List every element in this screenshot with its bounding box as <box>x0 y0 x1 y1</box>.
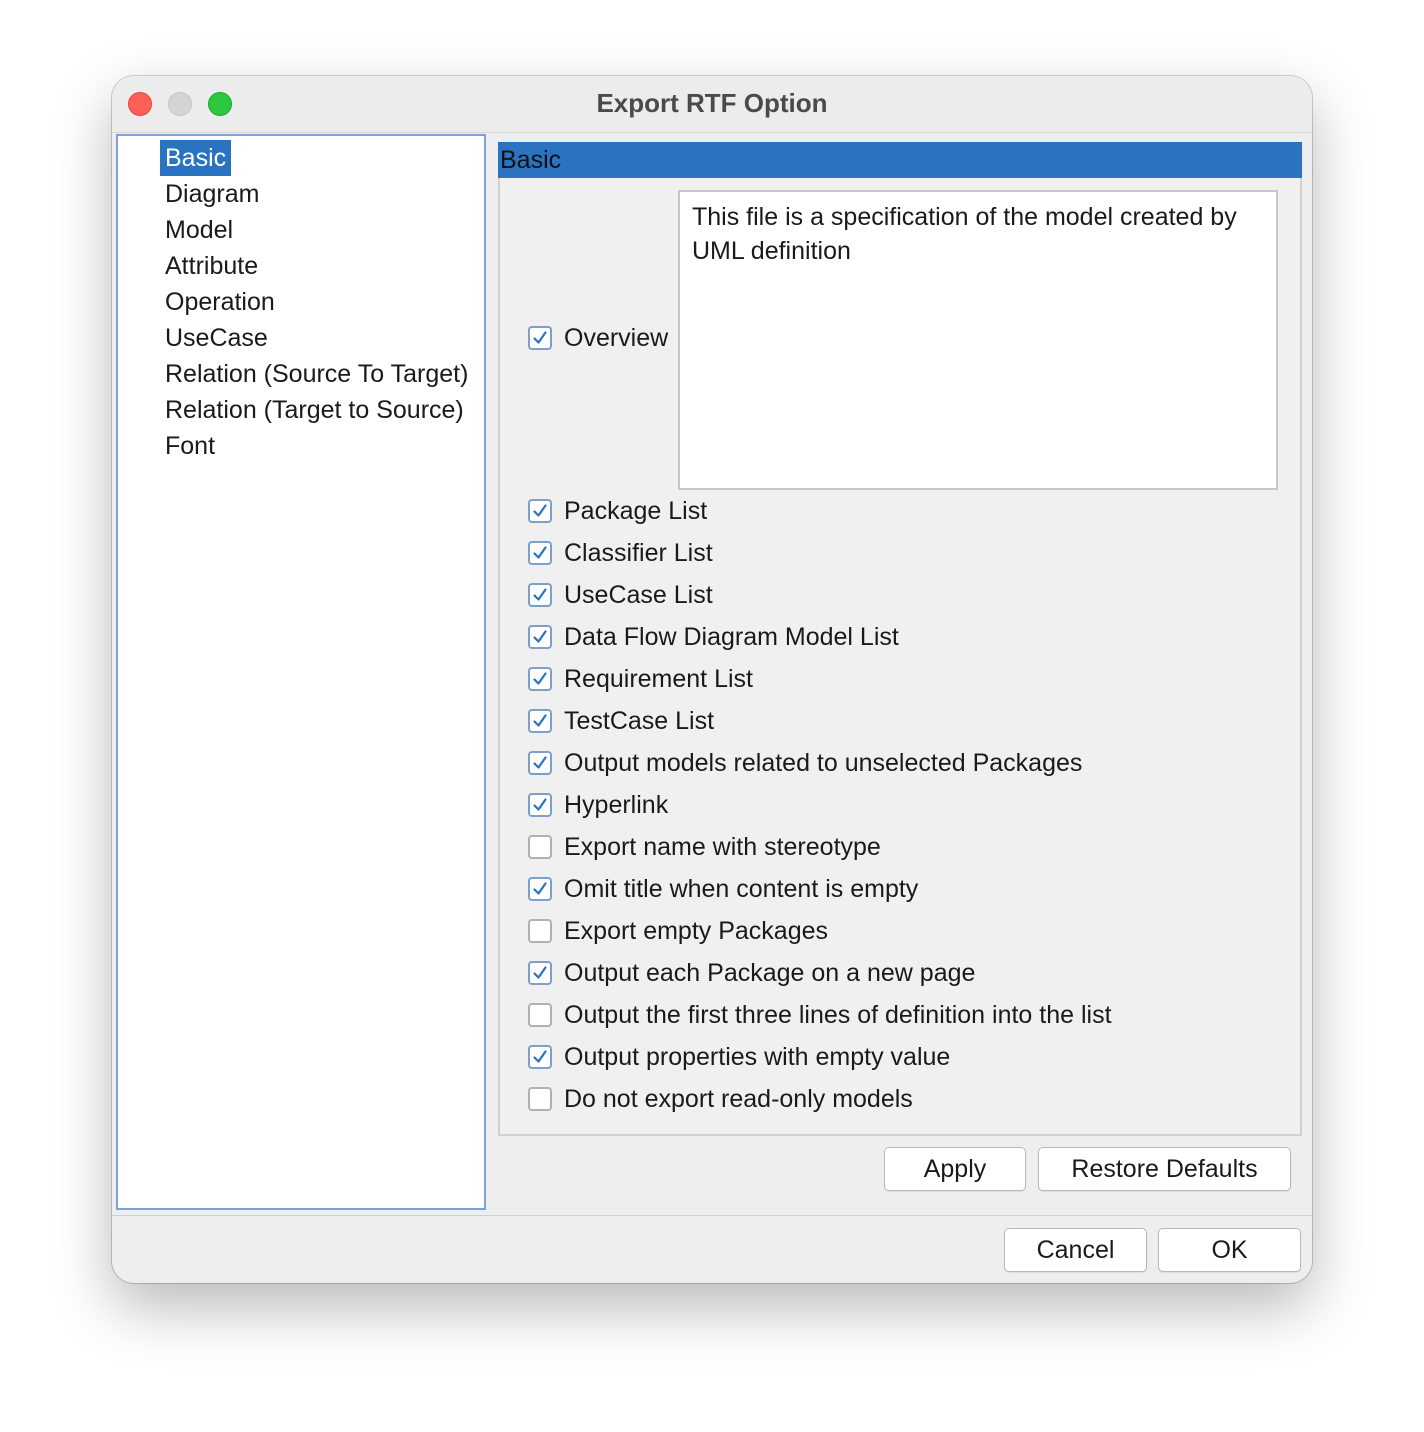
output-models-related-to-unselected-packages-label: Output models related to unselected Pack… <box>564 748 1083 777</box>
tree-item-attribute[interactable]: Attribute <box>160 248 263 284</box>
tree-item-relation-source-to-target[interactable]: Relation (Source To Target) <box>160 356 473 392</box>
package-list-label: Package List <box>564 496 708 525</box>
package-list-checkbox[interactable] <box>528 499 552 523</box>
testcase-list-checkbox[interactable] <box>528 709 552 733</box>
tree-item-label: Model <box>165 216 234 244</box>
output-properties-with-empty-value-checkbox[interactable] <box>528 1045 552 1069</box>
option-export-empty-packages[interactable]: Export empty Packages <box>528 916 828 946</box>
export-name-with-stereotype-checkbox[interactable] <box>528 835 552 859</box>
footer-divider <box>112 1215 1312 1216</box>
cancel-button[interactable]: Cancel <box>1004 1228 1147 1272</box>
requirement-list-checkbox[interactable] <box>528 667 552 691</box>
tree-item-label: Basic <box>165 144 227 172</box>
overview-checkbox[interactable] <box>528 326 552 350</box>
data-flow-diagram-model-list-checkbox[interactable] <box>528 625 552 649</box>
minimize-window-button[interactable] <box>168 92 192 116</box>
tree-item-label: Font <box>165 432 216 460</box>
overview-option[interactable]: Overview <box>528 323 668 353</box>
testcase-list-label: TestCase List <box>564 706 715 735</box>
output-each-package-on-a-new-page-checkbox[interactable] <box>528 961 552 985</box>
window-title: Export RTF Option <box>596 88 828 118</box>
output-properties-with-empty-value-label: Output properties with empty value <box>564 1042 951 1071</box>
ok-button[interactable]: OK <box>1158 1228 1301 1272</box>
apply-button[interactable]: Apply <box>884 1147 1026 1191</box>
close-window-button[interactable] <box>128 92 152 116</box>
option-do-not-export-read-only-models[interactable]: Do not export read-only models <box>528 1084 913 1114</box>
output-the-first-three-lines-of-definition-into-the-list-checkbox[interactable] <box>528 1003 552 1027</box>
tree-item-label: Relation (Target to Source) <box>165 396 464 424</box>
requirement-list-label: Requirement List <box>564 664 753 693</box>
do-not-export-read-only-models-checkbox[interactable] <box>528 1087 552 1111</box>
tree-item-label: UseCase <box>165 324 268 352</box>
overview-text-area[interactable]: This file is a specification of the mode… <box>678 190 1278 490</box>
tree-item-diagram[interactable]: Diagram <box>160 176 264 212</box>
output-models-related-to-unselected-packages-checkbox[interactable] <box>528 751 552 775</box>
option-data-flow-diagram-model-list[interactable]: Data Flow Diagram Model List <box>528 622 899 652</box>
option-classifier-list[interactable]: Classifier List <box>528 538 713 568</box>
tree-item-label: Diagram <box>165 180 260 208</box>
title-bar[interactable]: Export RTF Option <box>112 76 1312 133</box>
tree-item-model[interactable]: Model <box>160 212 238 248</box>
tree-item-usecase[interactable]: UseCase <box>160 320 273 356</box>
panel-header: Basic <box>498 142 1302 178</box>
option-testcase-list[interactable]: TestCase List <box>528 706 714 736</box>
output-each-package-on-a-new-page-label: Output each Package on a new page <box>564 958 976 987</box>
category-tree: Basic Diagram Model Attribute Operation … <box>116 134 486 1210</box>
option-omit-title-when-content-is-empty[interactable]: Omit title when content is empty <box>528 874 918 904</box>
export-empty-packages-label: Export empty Packages <box>564 916 829 945</box>
omit-title-when-content-is-empty-label: Omit title when content is empty <box>564 874 919 903</box>
tree-item-label: Operation <box>165 288 275 316</box>
tree-item-label: Attribute <box>165 252 259 280</box>
export-empty-packages-checkbox[interactable] <box>528 919 552 943</box>
hyperlink-label: Hyperlink <box>564 790 669 819</box>
do-not-export-read-only-models-label: Do not export read-only models <box>564 1084 913 1113</box>
output-the-first-three-lines-of-definition-into-the-list-label: Output the first three lines of definiti… <box>564 1000 1112 1029</box>
tree-item-font[interactable]: Font <box>160 428 220 464</box>
classifier-list-checkbox[interactable] <box>528 541 552 565</box>
tree-item-basic[interactable]: Basic <box>160 140 232 176</box>
usecase-list-checkbox[interactable] <box>528 583 552 607</box>
option-output-each-package-on-a-new-page[interactable]: Output each Package on a new page <box>528 958 975 988</box>
overview-label: Overview <box>564 323 669 352</box>
option-requirement-list[interactable]: Requirement List <box>528 664 753 694</box>
export-rtf-option-dialog: Export RTF Option Basic Diagram Model At… <box>112 76 1312 1283</box>
option-output-properties-with-empty-value[interactable]: Output properties with empty value <box>528 1042 950 1072</box>
option-hyperlink[interactable]: Hyperlink <box>528 790 668 820</box>
option-package-list[interactable]: Package List <box>528 496 707 526</box>
option-export-name-with-stereotype[interactable]: Export name with stereotype <box>528 832 881 862</box>
omit-title-when-content-is-empty-checkbox[interactable] <box>528 877 552 901</box>
export-name-with-stereotype-label: Export name with stereotype <box>564 832 881 861</box>
restore-defaults-button[interactable]: Restore Defaults <box>1038 1147 1291 1191</box>
data-flow-diagram-model-list-label: Data Flow Diagram Model List <box>564 622 899 651</box>
hyperlink-checkbox[interactable] <box>528 793 552 817</box>
zoom-window-button[interactable] <box>208 92 232 116</box>
tree-item-operation[interactable]: Operation <box>160 284 280 320</box>
option-output-models-related-to-unselected-packages[interactable]: Output models related to unselected Pack… <box>528 748 1082 778</box>
usecase-list-label: UseCase List <box>564 580 713 609</box>
tree-item-label: Relation (Source To Target) <box>165 360 469 388</box>
option-output-the-first-three-lines-of-definition-into-the-list[interactable]: Output the first three lines of definiti… <box>528 1000 1112 1030</box>
option-usecase-list[interactable]: UseCase List <box>528 580 713 610</box>
classifier-list-label: Classifier List <box>564 538 713 567</box>
tree-item-relation-target-to-source[interactable]: Relation (Target to Source) <box>160 392 469 428</box>
